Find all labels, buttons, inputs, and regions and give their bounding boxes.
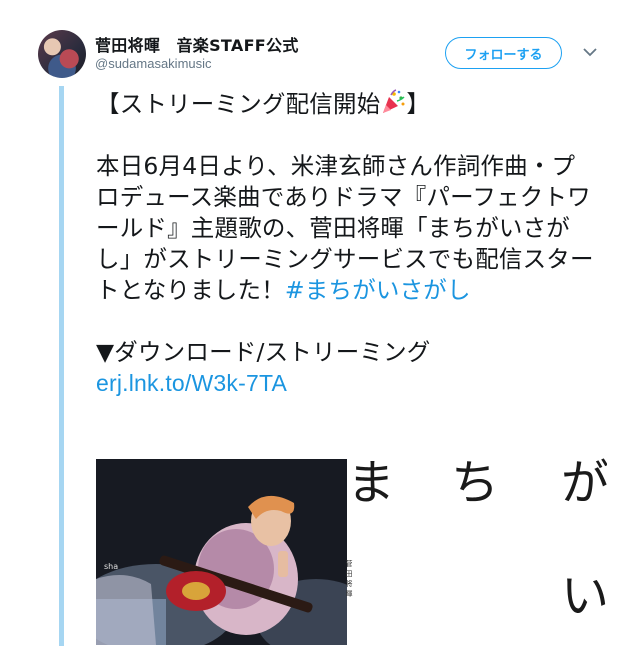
album-cover-lettering[interactable]: ま ち が い (347, 444, 607, 645)
svg-text:sha: sha (104, 562, 118, 571)
chevron-down-icon[interactable] (581, 45, 599, 59)
tweet-body: 本日6月4日より、米津玄師さん作詞作曲・プロデュース楽曲でありドラマ『パーフェク… (96, 151, 596, 306)
party-popper-icon (383, 89, 405, 113)
cover-artist-name: 菅田将暉 (345, 560, 353, 600)
tweet-text: 【ストリーミング配信開始 】 本日6月4日より、米津玄師さん作詞作曲・プロデュー… (96, 89, 596, 399)
cover-photo-illustration: sha (96, 459, 347, 645)
follow-button[interactable]: フォローする (445, 37, 562, 69)
hashtag-link[interactable]: #まちがいさがし (285, 276, 471, 304)
cover-char-1: ま (347, 455, 396, 511)
album-cover-photo[interactable]: sha (96, 459, 347, 645)
thread-line (59, 86, 64, 646)
tweet-heading-close: 】 (406, 90, 431, 118)
user-handle[interactable]: @sudamasakimusic (95, 56, 212, 71)
cover-char-3: が (561, 455, 607, 511)
display-name[interactable]: 菅田将暉 音楽STAFF公式 (95, 32, 299, 56)
tweet-heading: 【ストリーミング配信開始 】 (96, 89, 596, 120)
cover-char-2: ち (451, 455, 500, 511)
download-label: ▼ダウンロード/ストリーミング (96, 338, 431, 366)
tweet-heading-open: 【ストリーミング配信開始 (96, 90, 381, 118)
avatar[interactable] (38, 30, 86, 78)
cover-char-4: い (561, 568, 607, 624)
download-link[interactable]: erj.lnk.to/W3k-7TA (96, 370, 287, 396)
